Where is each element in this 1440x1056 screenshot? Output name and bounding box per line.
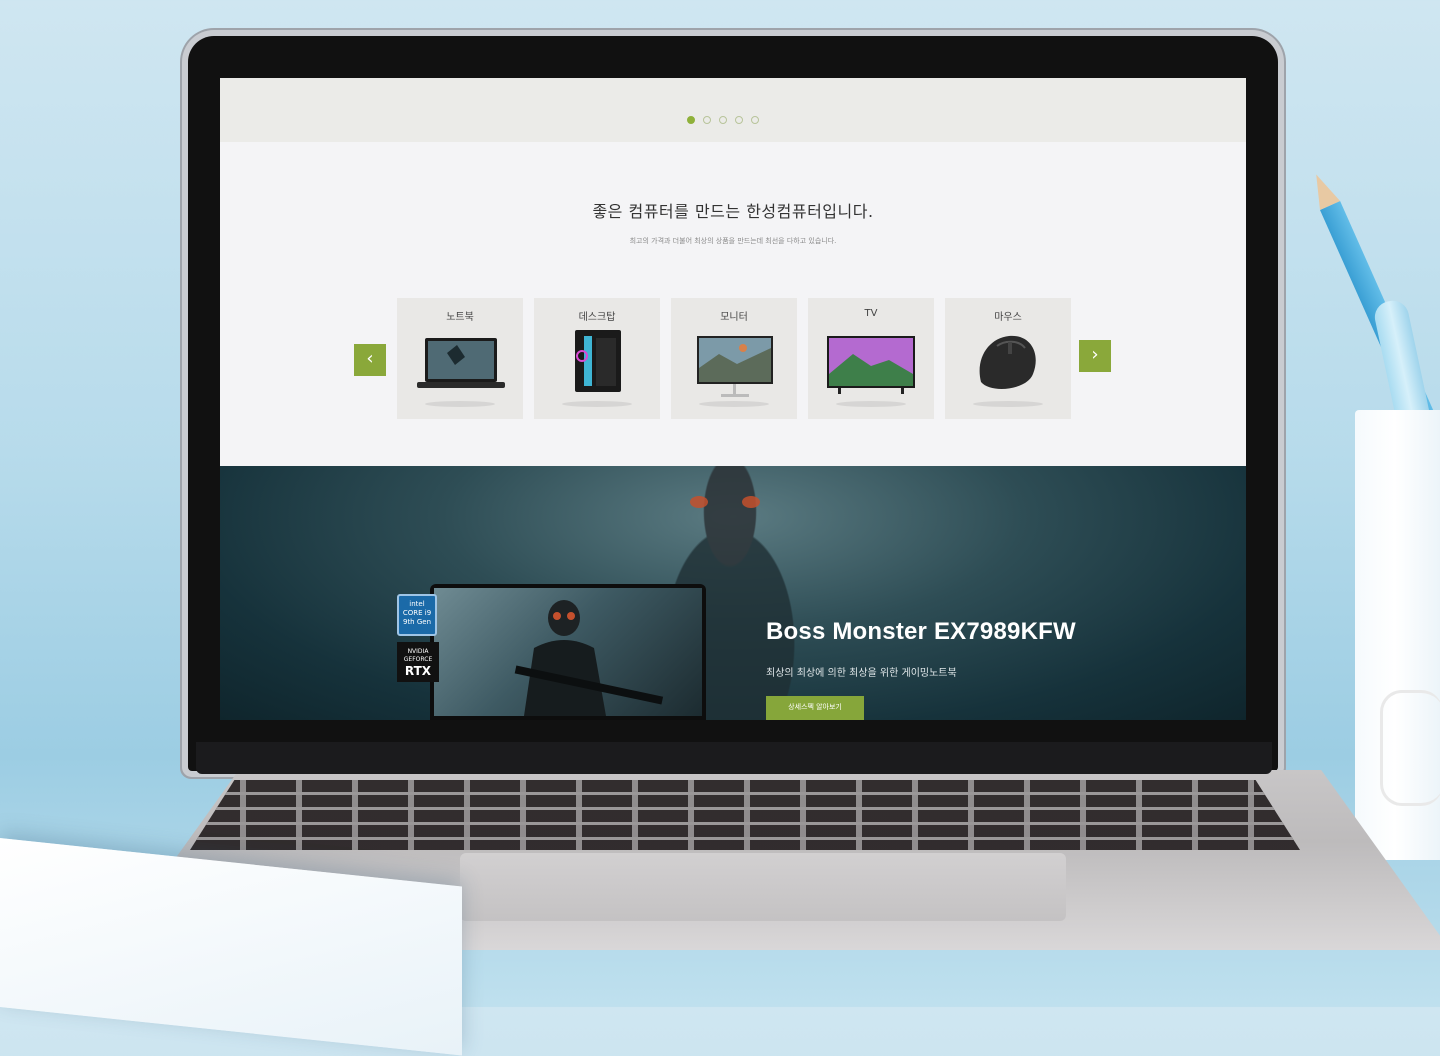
laptop-screen: 좋은 컴퓨터를 만드는 한성컴퓨터입니다. 최고의 가격과 더불어 최상의 상품… [220, 78, 1246, 720]
rtx-badge-label: RTX [404, 664, 432, 678]
page-headline: 좋은 컴퓨터를 만드는 한성컴퓨터입니다. [592, 202, 874, 221]
hero-description: 최상의 최상에 의한 최상을 위한 게이밍노트북 [766, 668, 957, 679]
soldier-artwork [514, 600, 664, 716]
product-shadow [973, 401, 1043, 407]
category-card-tv[interactable]: TV [808, 298, 934, 419]
slider-dot-4[interactable] [735, 116, 743, 124]
category-card-notebook[interactable]: 노트북 [397, 298, 523, 419]
product-shadow [425, 401, 495, 407]
category-card-mouse[interactable]: 마우스 [945, 298, 1071, 419]
slider-dot-3[interactable] [719, 116, 727, 124]
product-shadow [699, 401, 769, 407]
intel-badge-gen: 9th Gen [402, 618, 432, 626]
page-subline: 최고의 가격과 더불어 최상의 상품을 만드는데 최선을 다하고 있습니다. [629, 237, 837, 245]
laptop-trackpad [460, 853, 1066, 921]
intel-badge: intel CORE i9 9th Gen [397, 594, 437, 636]
category-card-desktop[interactable]: 데스크탑 [534, 298, 660, 419]
intro-section: 좋은 컴퓨터를 만드는 한성컴퓨터입니다. 최고의 가격과 더불어 최상의 상품… [220, 142, 1246, 466]
chevron-right-icon: › [1091, 344, 1099, 365]
slider-dots [687, 116, 759, 124]
hero-eye-glow [690, 496, 708, 508]
prev-category-button[interactable]: ‹ [354, 344, 386, 376]
product-shadow [562, 401, 632, 407]
next-category-button[interactable]: › [1079, 340, 1111, 372]
intel-badge-brand: intel [409, 600, 425, 608]
slider-dot-1[interactable] [687, 116, 695, 124]
paper-clip-decoration [1380, 690, 1440, 806]
slider-bar [220, 78, 1246, 142]
hero-detail-button[interactable]: 상세스펙 알아보기 [766, 696, 864, 720]
keyboard-rows [190, 780, 1300, 850]
slider-dot-2[interactable] [703, 116, 711, 124]
slider-dot-5[interactable] [751, 116, 759, 124]
chevron-left-icon: ‹ [366, 348, 374, 369]
hero-laptop-image [430, 584, 706, 720]
hero-eye-glow [742, 496, 760, 508]
product-shadow [836, 401, 906, 407]
rtx-badge-brand: NVIDIA GEFORCE [403, 648, 433, 663]
hero-title: Boss Monster EX7989KFW [766, 618, 1076, 645]
hero-laptop-screen [434, 588, 702, 716]
hero-banner: intel CORE i9 9th Gen NVIDIA GEFORCE RTX… [220, 466, 1246, 720]
laptop-hinge [196, 742, 1272, 774]
category-card-monitor[interactable]: 모니터 [671, 298, 797, 419]
tube-decoration [1371, 297, 1431, 423]
rtx-badge: NVIDIA GEFORCE RTX [397, 642, 439, 682]
intel-badge-model: CORE i9 [402, 609, 432, 617]
